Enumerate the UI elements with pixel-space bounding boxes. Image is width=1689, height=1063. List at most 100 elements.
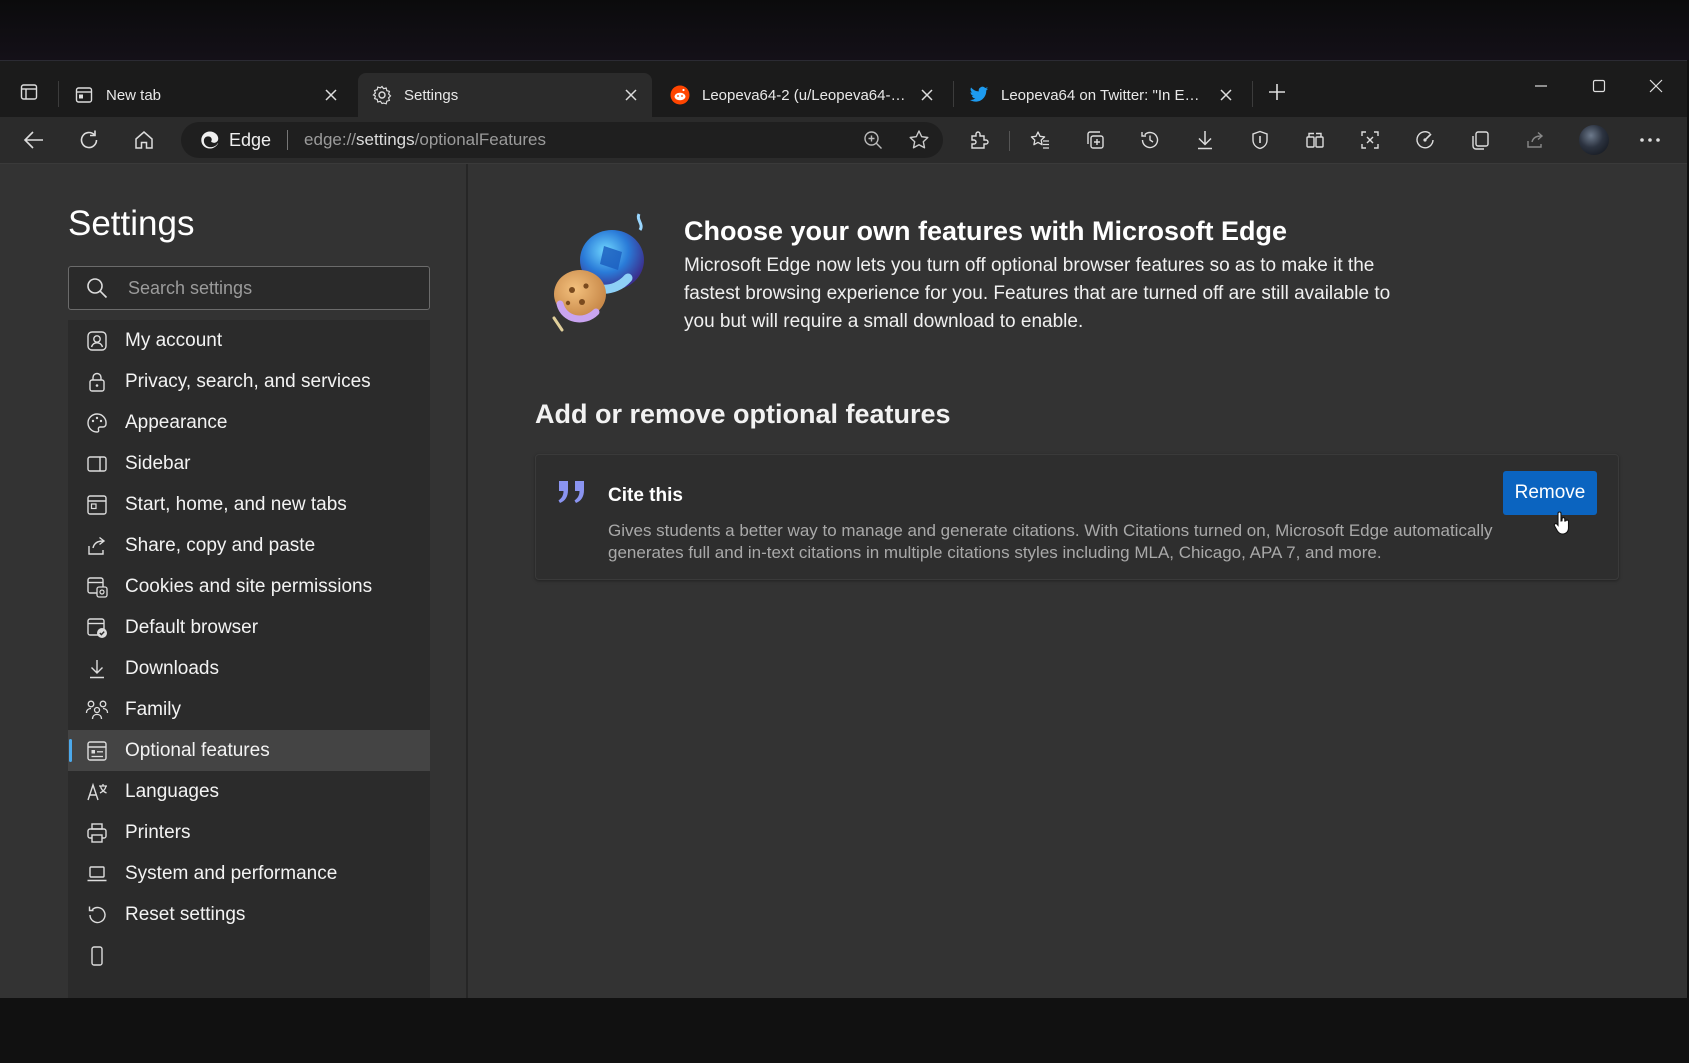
optional-features-icon xyxy=(85,739,109,763)
sidebar-item-label: Sidebar xyxy=(125,452,191,474)
zoom-button[interactable] xyxy=(857,124,889,156)
share-icon xyxy=(85,534,109,558)
home-button[interactable] xyxy=(127,124,161,156)
tab-new-tab[interactable]: New tab xyxy=(60,73,352,117)
back-button[interactable] xyxy=(17,124,51,156)
sidebar-item-downloads[interactable]: Downloads xyxy=(68,648,430,689)
settings-nav: My account Privacy, search, and services… xyxy=(68,320,430,999)
maximize-button[interactable] xyxy=(1573,71,1625,101)
new-tab-button[interactable] xyxy=(1262,77,1292,107)
feature-card-cite-this: Cite this Gives students a better way to… xyxy=(535,454,1619,580)
minimize-button[interactable] xyxy=(1515,71,1567,101)
sidebar-item-appearance[interactable]: Appearance xyxy=(68,402,430,443)
tab-separator xyxy=(953,81,954,107)
printer-icon xyxy=(85,821,109,845)
extensions-button[interactable] xyxy=(962,124,996,156)
tab-separator xyxy=(58,81,59,107)
address-divider xyxy=(287,130,289,150)
page-content: Settings My account Privacy, search, and… xyxy=(0,164,1687,999)
tab-settings[interactable]: Settings xyxy=(358,73,652,117)
address-bar[interactable]: Edge edge://settings/optionalFeatures xyxy=(181,122,943,158)
tab-title: Leopeva64-2 (u/Leopeva64-2) - Reddit xyxy=(702,86,908,104)
math-solver-icon xyxy=(1361,131,1379,149)
account-icon xyxy=(85,329,109,353)
apps-button[interactable] xyxy=(1298,124,1332,156)
refresh-button[interactable] xyxy=(72,124,106,156)
apps-icon xyxy=(1306,132,1324,148)
close-tab-icon[interactable] xyxy=(916,84,938,106)
sidebar-item-share-copy[interactable]: Share, copy and paste xyxy=(68,525,430,566)
sidebar-item-family[interactable]: Family xyxy=(68,689,430,730)
new-tab-icon xyxy=(74,85,94,105)
collections-icon xyxy=(1087,131,1104,149)
page-title: Settings xyxy=(68,204,195,243)
close-tab-icon[interactable] xyxy=(620,84,642,106)
performance-button[interactable] xyxy=(1408,124,1442,156)
sidebar-item-label: Family xyxy=(125,698,181,720)
search-box[interactable] xyxy=(68,266,430,310)
close-icon xyxy=(1649,79,1663,93)
reddit-icon xyxy=(670,85,690,105)
more-icon xyxy=(1640,138,1660,142)
site-identity[interactable]: Edge xyxy=(199,129,271,151)
browser-toolbar: Edge edge://settings/optionalFeatures xyxy=(0,117,1687,164)
downloads-button[interactable] xyxy=(1188,124,1222,156)
hand-cursor-icon xyxy=(1553,511,1570,535)
home-icon xyxy=(135,131,153,149)
search-input[interactable] xyxy=(126,276,400,300)
feature-description: Gives students a better way to manage an… xyxy=(608,521,1493,562)
sidebar-item-my-account[interactable]: My account xyxy=(68,320,430,361)
sidebar-item-reset[interactable]: Reset settings xyxy=(68,894,430,935)
features-illustration xyxy=(552,213,644,332)
shield-icon xyxy=(1252,130,1268,150)
sidebar-item-label: Default browser xyxy=(125,616,259,638)
tab-twitter[interactable]: Leopeva64 on Twitter: "In Edge, the xyxy=(955,73,1247,117)
tab-title: New tab xyxy=(106,86,162,104)
sidebar-item-label: Languages xyxy=(125,780,220,802)
remove-button[interactable]: Remove xyxy=(1503,471,1597,515)
collections-button[interactable] xyxy=(1078,124,1112,156)
sidebar-item-cookies[interactable]: Cookies and site permissions xyxy=(68,566,430,607)
tab-reddit[interactable]: Leopeva64-2 (u/Leopeva64-2) - Reddit xyxy=(656,73,948,117)
browser-essentials-button[interactable] xyxy=(1243,124,1277,156)
sidebar-item-privacy[interactable]: Privacy, search, and services xyxy=(68,361,430,402)
tab-strip: New tab Settings Leopeva64-2 (u/Leopeva6… xyxy=(0,61,1687,117)
sidebar-item-label: Downloads xyxy=(125,657,219,679)
download-icon xyxy=(1198,131,1212,150)
tab-actions-button[interactable] xyxy=(14,79,44,105)
tab-title: Settings xyxy=(404,86,459,104)
reset-icon xyxy=(85,903,109,927)
favorite-button[interactable] xyxy=(903,124,935,156)
home-tabs-icon xyxy=(85,493,109,517)
close-window-button[interactable] xyxy=(1630,71,1682,101)
desktop-top-band xyxy=(0,0,1689,60)
sidebar-item-system[interactable]: System and performance xyxy=(68,853,430,894)
profile-avatar[interactable] xyxy=(1579,125,1609,155)
sidebar-item-partial[interactable] xyxy=(68,935,430,976)
sidebar-item-languages[interactable]: Languages xyxy=(68,771,430,812)
url-text[interactable]: edge://settings/optionalFeatures xyxy=(304,130,546,150)
favorites-icon xyxy=(1030,131,1049,149)
url-path: /optionalFeatures xyxy=(414,130,547,149)
close-tab-icon[interactable] xyxy=(1215,84,1237,106)
split-screen-icon xyxy=(1472,131,1489,150)
split-screen-button[interactable] xyxy=(1463,124,1497,156)
sidebar-item-label: Privacy, search, and services xyxy=(125,370,371,392)
sidebar-item-label: Start, home, and new tabs xyxy=(125,493,347,515)
settings-and-more-button[interactable] xyxy=(1633,124,1667,156)
sidebar-item-start-home[interactable]: Start, home, and new tabs xyxy=(68,484,430,525)
browser-window: New tab Settings Leopeva64-2 (u/Leopeva6… xyxy=(0,60,1687,999)
share-button[interactable] xyxy=(1518,124,1552,156)
sidebar-item-default-browser[interactable]: Default browser xyxy=(68,607,430,648)
close-tab-icon[interactable] xyxy=(320,84,342,106)
favorites-button[interactable] xyxy=(1023,124,1057,156)
math-solver-button[interactable] xyxy=(1353,124,1387,156)
sidebar-item-printers[interactable]: Printers xyxy=(68,812,430,853)
history-button[interactable] xyxy=(1133,124,1167,156)
refresh-icon xyxy=(80,130,98,149)
sidebar-item-sidebar[interactable]: Sidebar xyxy=(68,443,430,484)
sidebar-item-optional-features[interactable]: Optional features xyxy=(68,730,430,771)
search-icon xyxy=(86,277,108,299)
palette-icon xyxy=(85,411,109,435)
zoom-icon xyxy=(864,131,882,149)
